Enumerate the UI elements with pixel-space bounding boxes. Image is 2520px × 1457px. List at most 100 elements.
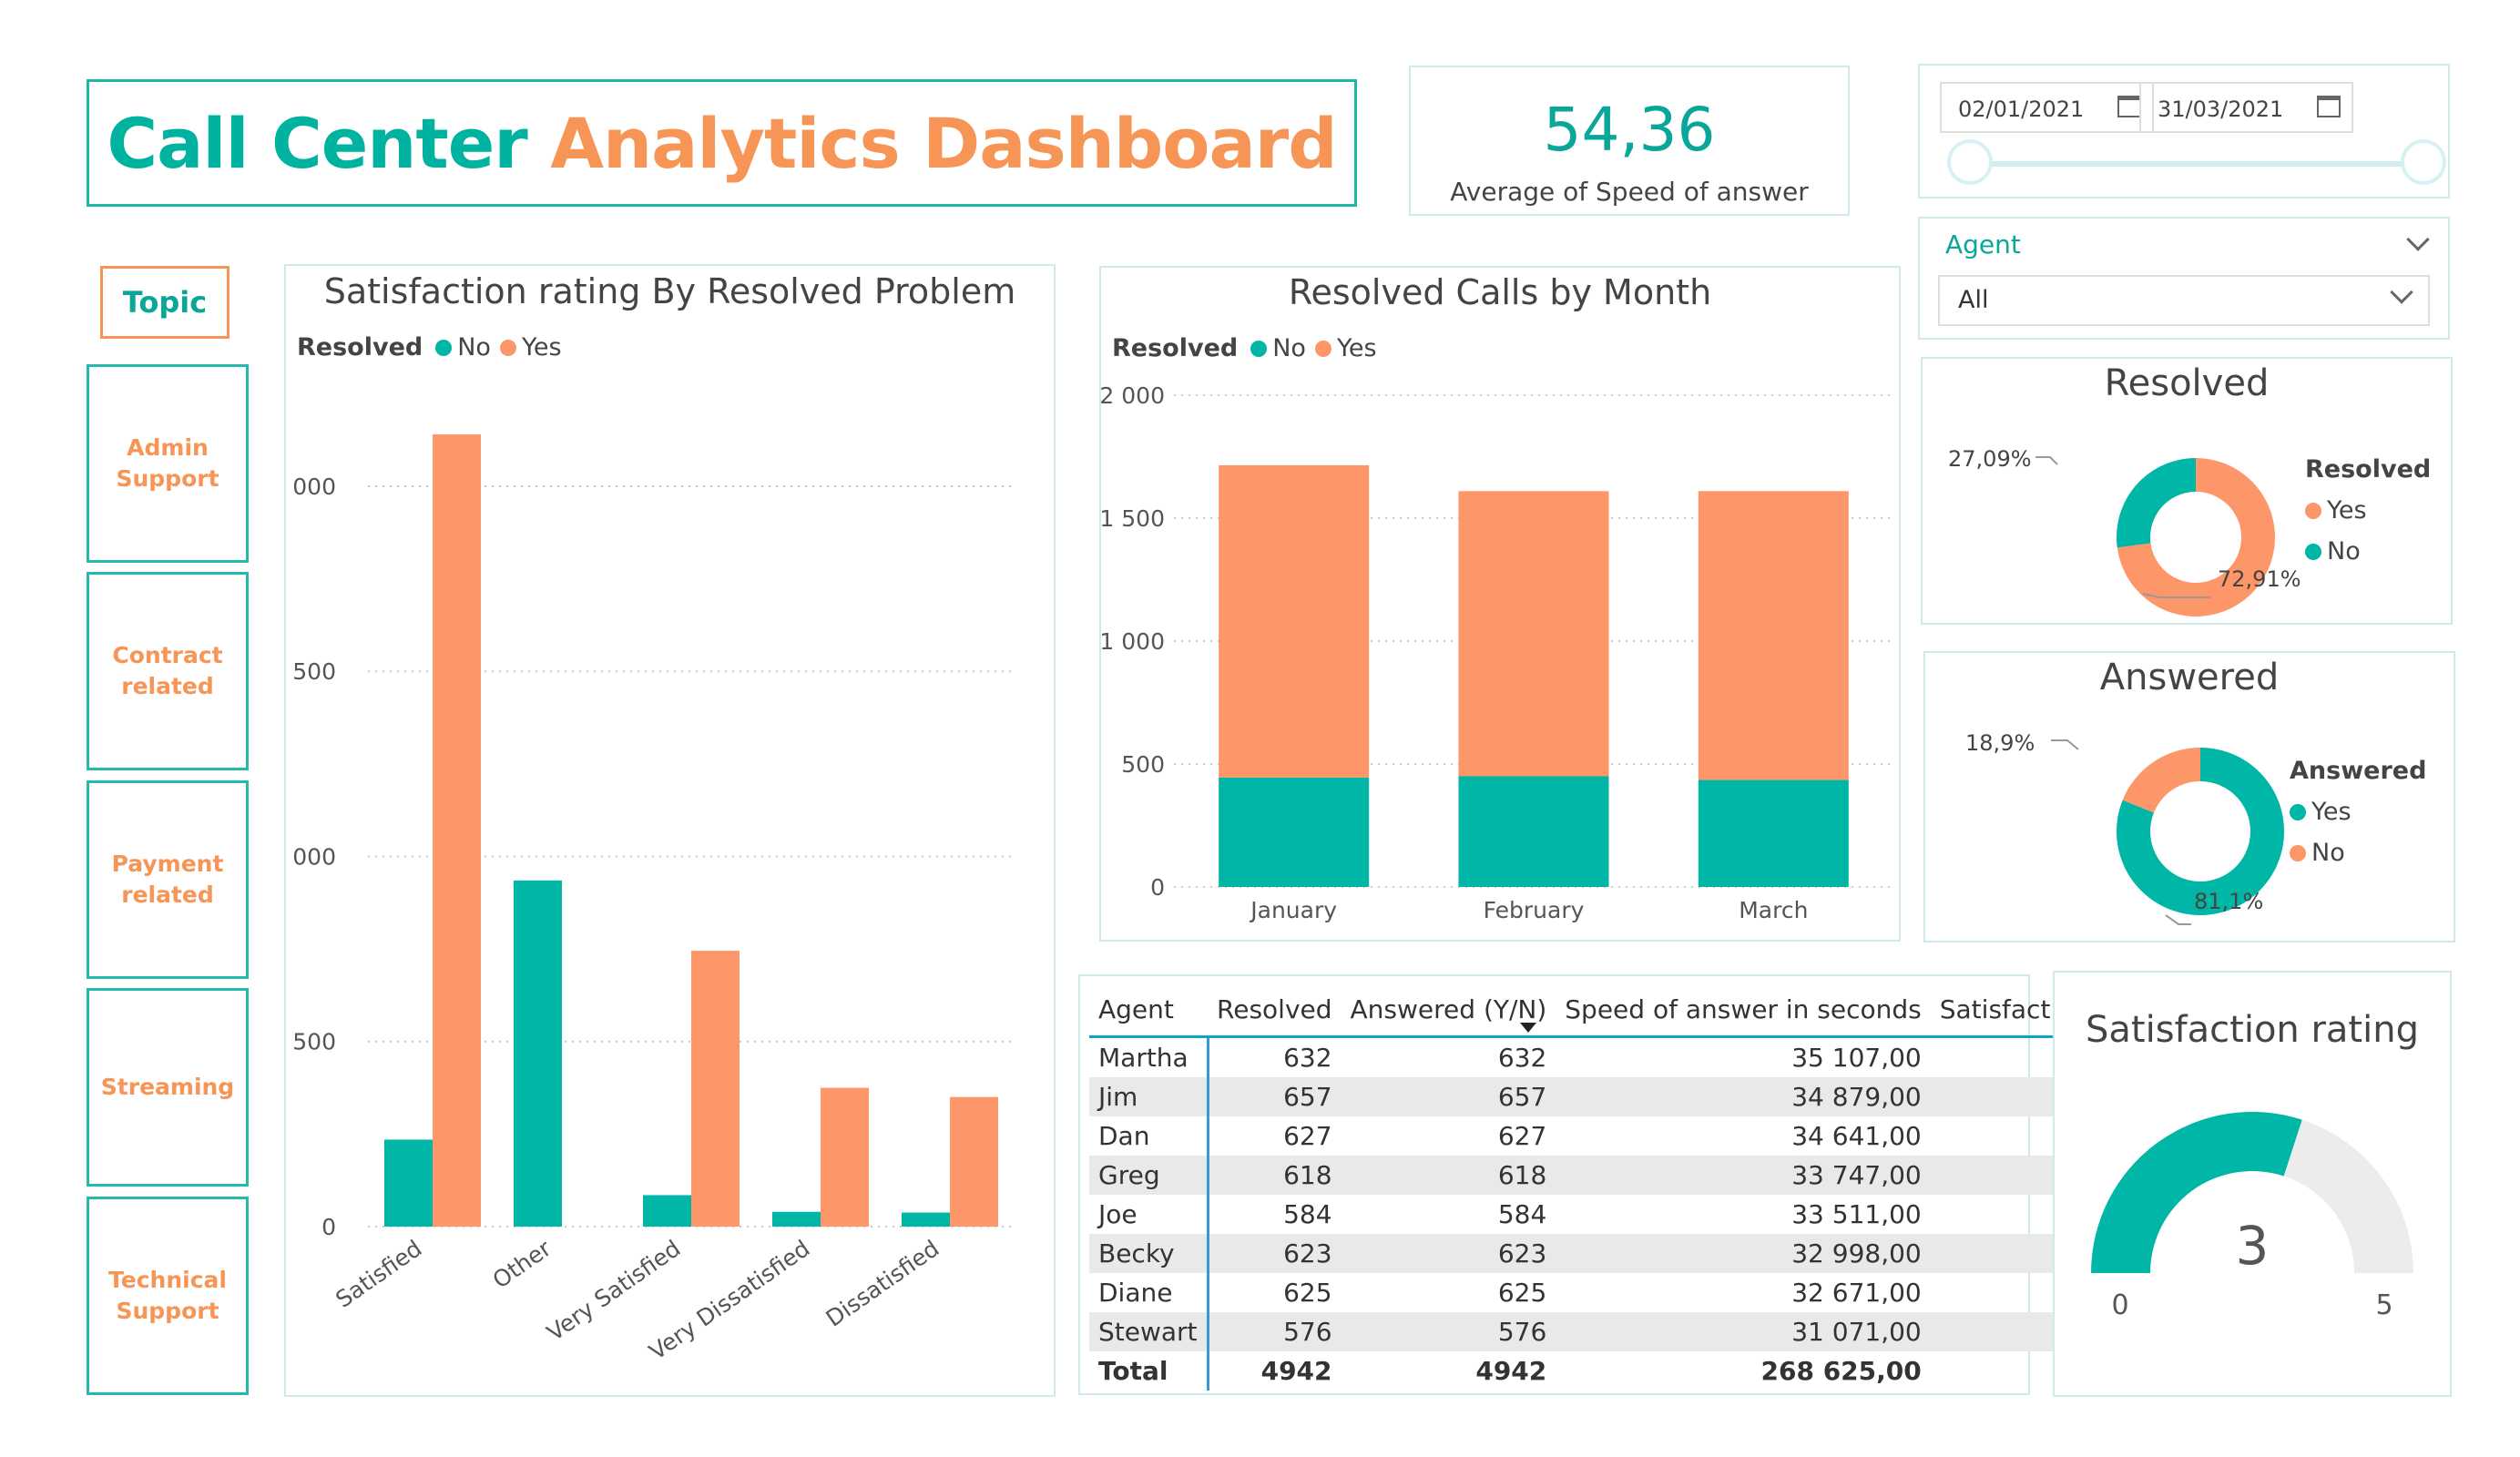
donut-legend-title: Resolved [2305, 455, 2432, 484]
donut-slice-no [2122, 748, 2200, 813]
donut-legend: Resolved Yes No [2305, 455, 2431, 578]
x-tick-label: Dissatisfied [821, 1235, 944, 1332]
table-header-row: Agent Resolved Answered (Y/N) Speed of a… [1089, 985, 2099, 1038]
table-row: Martha63263235 107,003 [1089, 1036, 2098, 1077]
table-cell: 4942 [1260, 1356, 1332, 1386]
table-cell: 35 107,00 [1791, 1043, 1922, 1073]
table-cell: Diane [1089, 1273, 1209, 1312]
table-row: Stewart57657631 071,003 [1089, 1312, 2099, 1351]
topic-admin-support[interactable]: Admin Support [87, 364, 249, 563]
donut-label-no: 18,9% [1965, 730, 2035, 756]
column-header-resolved[interactable]: Resolved [1208, 985, 1342, 1038]
bar-segment-no [1219, 777, 1370, 887]
date-slider-start-handle[interactable] [1947, 139, 1993, 185]
legend-swatch-yes [2290, 804, 2306, 820]
topic-contract-related[interactable]: Contract related [87, 572, 249, 770]
table-cell: 657 [1208, 1077, 1342, 1116]
table-cell: 584 [1283, 1199, 1332, 1229]
donut-legend-item-no: No [2290, 839, 2426, 867]
table-row: Jim65765734 879,003 [1089, 1077, 2099, 1116]
start-date-value: 02/01/2021 [1958, 97, 2085, 122]
table-cell: 627 [1497, 1121, 1547, 1151]
table-cell: 32 671,00 [1791, 1278, 1922, 1308]
date-slider-track[interactable] [1974, 161, 2423, 167]
topic-technical-support[interactable]: Technical Support [87, 1197, 249, 1395]
y-tick-label: 1 500 [1101, 505, 1165, 532]
date-slider-end-handle[interactable] [2401, 139, 2446, 185]
bar-segment-yes [1458, 491, 1609, 777]
table-cell: 657 [1341, 1077, 1556, 1116]
donut-legend-item-yes: Yes [2305, 496, 2431, 525]
sort-descending-icon[interactable] [1520, 1023, 1536, 1034]
leader-line [2165, 914, 2191, 925]
monthly-stacked-bar-chart-svg: 0 500 1 000 1 500 2 000 January February March [1101, 382, 1893, 923]
table-cell: 576 [1341, 1312, 1556, 1351]
y-tick-label: 2 000 [1101, 382, 1165, 409]
resolved-calls-by-month-chart: Resolved Calls by Month Resolved No Yes 05… [1099, 266, 1901, 942]
table-row: Becky62362332 998,003 [1089, 1234, 2099, 1273]
calendar-icon[interactable] [2117, 96, 2141, 117]
calendar-icon[interactable] [2317, 96, 2341, 117]
table-cell: 618 [1341, 1156, 1556, 1195]
answered-donut-card: Answered 18,9% 81,1% Answered Yes No [1923, 651, 2455, 942]
donut-legend-item-yes: Yes [2290, 798, 2426, 826]
table-cell: Total [1089, 1351, 1209, 1391]
legend-swatch-yes [2305, 503, 2321, 519]
table-row: Diane62562532 671,003 [1089, 1273, 2098, 1312]
agent-dropdown-value: All [1958, 286, 1989, 314]
bar-no [902, 1212, 950, 1227]
table-row: Dan62762734 641,003 [1089, 1116, 2098, 1156]
legend-label-no: No [2311, 839, 2345, 867]
table-cell: Becky [1089, 1234, 1209, 1273]
y-tick-label: 0 [1150, 874, 1165, 901]
table-cell: 32 998,00 [1556, 1234, 1931, 1273]
satisfaction-by-resolved-chart: Satisfaction rating By Resolved Problem … [284, 264, 1056, 1397]
kpi-card: 54,36 Average of Speed of answer [1409, 66, 1850, 216]
column-header-speed[interactable]: Speed of answer in seconds [1556, 985, 1931, 1038]
start-date-input[interactable]: 02/01/2021 [1940, 82, 2154, 133]
bar-no [514, 880, 562, 1227]
table-cell: 34 879,00 [1556, 1077, 1931, 1116]
chevron-down-icon[interactable] [2390, 280, 2413, 304]
gauge-max-label: 5 [2375, 1289, 2392, 1321]
end-date-input[interactable]: 31/03/2021 [2139, 82, 2353, 133]
agent-dropdown[interactable]: All [1938, 275, 2430, 326]
title-part-2: Analytics Dashboard [550, 102, 1337, 184]
table-cell: 625 [1497, 1278, 1547, 1308]
table-row: Joe58458433 511,003 [1089, 1195, 2098, 1234]
table-cell: 627 [1283, 1121, 1332, 1151]
table-cell: Martha [1089, 1036, 1209, 1077]
topic-filter-title: Topic [100, 266, 230, 339]
table-cell: 625 [1283, 1278, 1332, 1308]
leader-line [2035, 456, 2058, 465]
table-body: Martha63263235 107,003Jim65765734 879,00… [1089, 1036, 2099, 1391]
column-header-agent[interactable]: Agent [1089, 985, 1209, 1038]
gauge-fill [2091, 1112, 2302, 1273]
table-cell: 33 747,00 [1556, 1156, 1931, 1195]
topic-streaming[interactable]: Streaming [87, 988, 249, 1187]
table-cell: 268 625,00 [1760, 1356, 1922, 1386]
leader-line [2051, 739, 2079, 750]
topic-payment-related[interactable]: Payment related [87, 780, 249, 979]
table-cell: 4942 [1475, 1356, 1547, 1386]
satisfaction-bar-chart-svg: 05001 0001 5002 000SatisfiedOtherVery Sa… [286, 434, 1015, 1365]
bar-yes [433, 434, 481, 1227]
chevron-down-icon[interactable] [2406, 228, 2430, 251]
table-cell: 33 511,00 [1791, 1199, 1922, 1229]
donut-legend-title: Answered [2290, 757, 2427, 785]
donut-label-yes: 81,1% [2194, 889, 2264, 914]
legend-label-no: No [2327, 537, 2361, 565]
table-cell: Greg [1089, 1156, 1209, 1195]
agent-filter-label: Agent [1945, 229, 2021, 260]
kpi-value: 54,36 [1543, 95, 1716, 165]
y-tick-label: 1 000 [1101, 628, 1165, 655]
y-tick-label: 0 [321, 1214, 336, 1240]
end-date-value: 31/03/2021 [2158, 97, 2284, 122]
table-cell: Joe [1089, 1195, 1209, 1234]
agent-table: Agent Resolved Answered (Y/N) Speed of a… [1089, 985, 2099, 1391]
table-cell: 632 [1283, 1043, 1332, 1073]
legend-swatch-no [2305, 544, 2321, 560]
table-cell: Stewart [1089, 1312, 1209, 1351]
table-row: Greg61861833 747,003 [1089, 1156, 2099, 1195]
table-cell: Jim [1089, 1077, 1209, 1116]
